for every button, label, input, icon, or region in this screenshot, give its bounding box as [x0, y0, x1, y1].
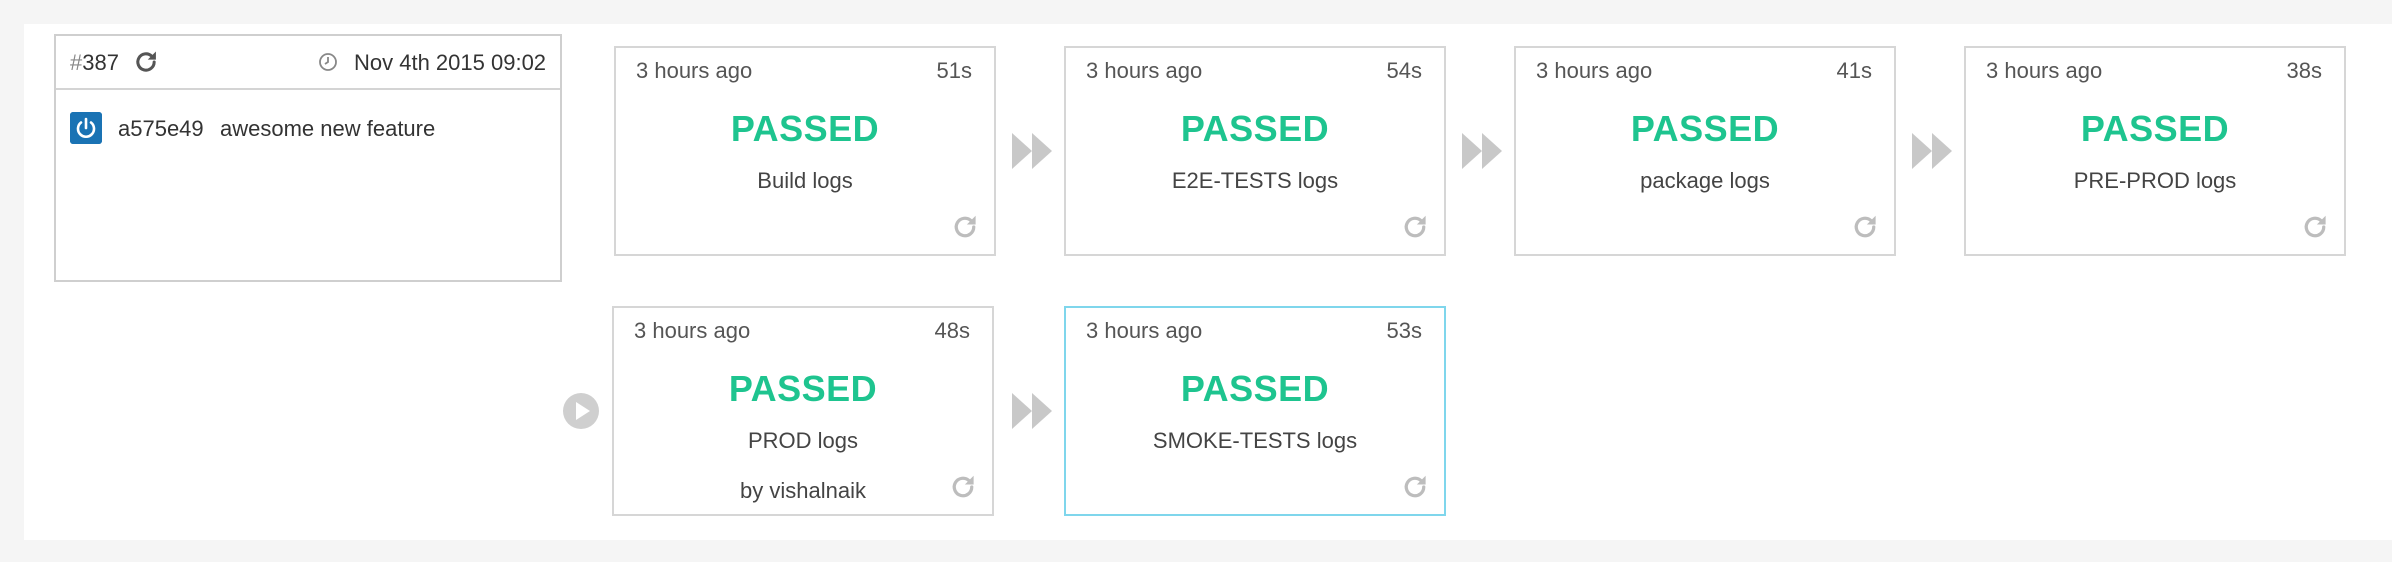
stage-status: PASSED	[730, 108, 880, 149]
double-chevron-right-icon	[1012, 393, 1052, 429]
retry-icon[interactable]	[950, 212, 980, 242]
stage-time-ago: 3 hours ago	[1536, 58, 1653, 83]
double-chevron-right-icon	[1912, 133, 1952, 169]
stage-duration: 53s	[1386, 318, 1422, 343]
stage-card[interactable]: 3 hours ago 41s PASSED package logs	[1514, 46, 1896, 256]
avatar	[70, 112, 102, 144]
retry-icon[interactable]	[1400, 472, 1430, 502]
stage-time-ago: 3 hours ago	[636, 58, 753, 83]
build-header: #387 Nov 4th 2015 09:02	[56, 36, 560, 90]
stage-time-ago: 3 hours ago	[634, 318, 751, 343]
double-chevron-right-icon	[1012, 133, 1052, 169]
stage-logs-link[interactable]: PRE-PROD logs	[1966, 168, 2344, 194]
double-chevron-right-icon	[1462, 133, 1502, 169]
stage-status: PASSED	[728, 368, 878, 409]
stage-card[interactable]: 3 hours ago 54s PASSED E2E-TESTS logs	[1064, 46, 1446, 256]
stage-status: PASSED	[1180, 108, 1330, 149]
stage-duration: 51s	[936, 58, 972, 83]
stage-time-ago: 3 hours ago	[1086, 318, 1203, 343]
stage-card[interactable]: 3 hours ago 48s PASSED PROD logs by vish…	[612, 306, 994, 516]
retry-icon[interactable]	[2300, 212, 2330, 242]
pipeline-panel: #387 Nov 4th 2015 09:02 a575e49 awesome …	[24, 24, 2392, 540]
stage-status: PASSED	[2080, 108, 2230, 149]
stage-logs-link[interactable]: Build logs	[616, 168, 994, 194]
play-icon[interactable]	[562, 392, 600, 430]
retry-icon[interactable]	[948, 472, 978, 502]
stage-card[interactable]: 3 hours ago 53s PASSED SMOKE-TESTS logs	[1064, 306, 1446, 516]
commit-sha[interactable]: a575e49	[118, 116, 204, 142]
stage-status: PASSED	[1630, 108, 1780, 149]
retry-icon[interactable]	[1400, 212, 1430, 242]
retry-icon[interactable]	[1850, 212, 1880, 242]
stage-duration: 38s	[2286, 58, 2322, 83]
rerun-build-icon[interactable]	[132, 48, 160, 76]
build-date: Nov 4th 2015 09:02	[354, 50, 547, 75]
commit-message: awesome new feature	[220, 116, 436, 141]
stage-logs-link[interactable]: PROD logs	[614, 428, 992, 454]
stage-status: PASSED	[1180, 368, 1330, 409]
stage-logs-link[interactable]: E2E-TESTS logs	[1066, 168, 1444, 194]
build-summary: #387 Nov 4th 2015 09:02 a575e49 awesome …	[54, 34, 562, 282]
stage-duration: 48s	[934, 318, 970, 343]
clock-icon	[319, 53, 337, 71]
stage-logs-link[interactable]: package logs	[1516, 168, 1894, 194]
triggered-by: by vishalnaik	[740, 478, 866, 503]
stage-time-ago: 3 hours ago	[1086, 58, 1203, 83]
stage-time-ago: 3 hours ago	[1986, 58, 2103, 83]
stage-duration: 54s	[1386, 58, 1422, 83]
stage-card[interactable]: 3 hours ago 51s PASSED Build logs	[614, 46, 996, 256]
stage-duration: 41s	[1836, 58, 1872, 83]
stage-logs-link[interactable]: SMOKE-TESTS logs	[1066, 428, 1444, 454]
stage-card[interactable]: 3 hours ago 38s PASSED PRE-PROD logs	[1964, 46, 2346, 256]
build-number[interactable]: #387	[70, 50, 119, 76]
